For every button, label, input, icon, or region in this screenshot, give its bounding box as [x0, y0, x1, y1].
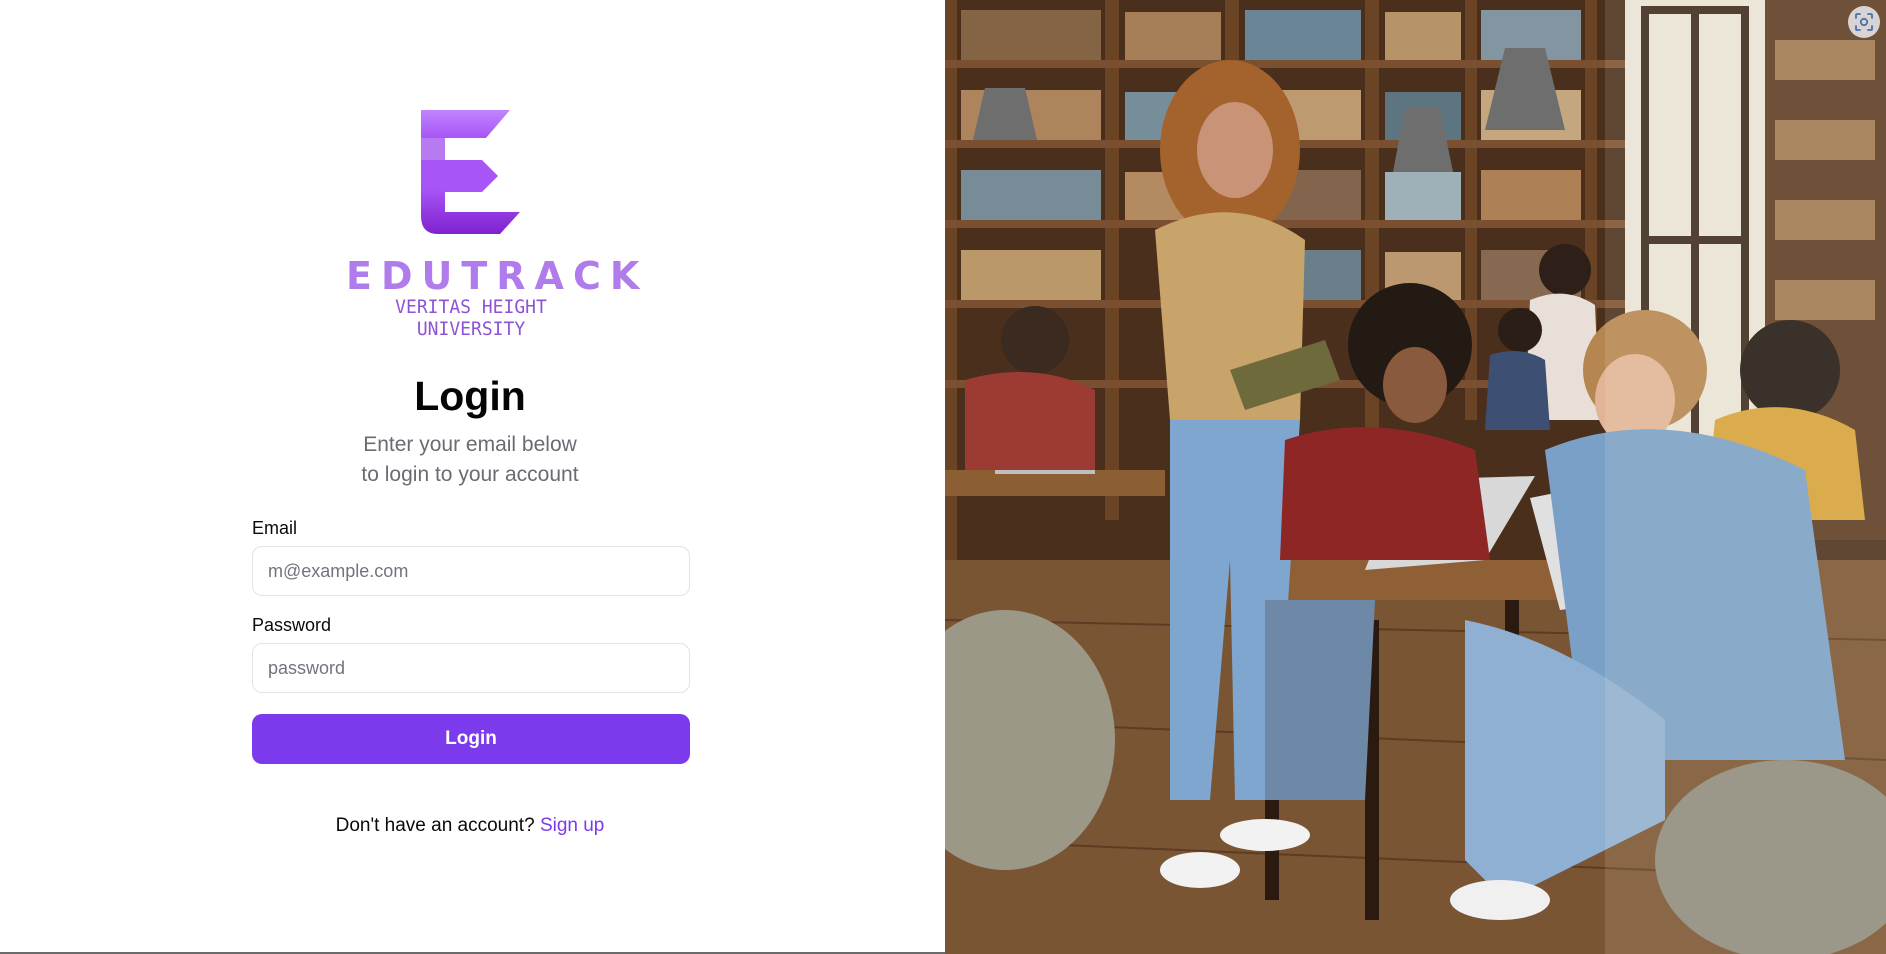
page-subtitle: Enter your email below to login to your …: [0, 430, 940, 490]
brand-subtitle: VERITAS HEIGHT UNIVERSITY: [395, 295, 547, 341]
edutrack-logo: EDUTRACK VERITAS HEIGHT UNIVERSITY: [346, 104, 649, 340]
signup-link[interactable]: Sign up: [540, 815, 604, 836]
signup-row: Don't have an account? Sign up: [0, 815, 940, 837]
hero-image: [945, 0, 1886, 954]
login-button[interactable]: Login: [252, 714, 690, 764]
subtitle-line-2: to login to your account: [361, 463, 579, 486]
email-field[interactable]: [252, 546, 690, 596]
email-label: Email: [252, 518, 298, 538]
login-panel: EDUTRACK VERITAS HEIGHT UNIVERSITY Login…: [0, 0, 945, 954]
page-title: Login: [414, 373, 526, 419]
subtitle-line-1: Enter your email below: [363, 433, 577, 456]
password-field[interactable]: [252, 643, 690, 693]
brand-name: EDUTRACK: [346, 254, 649, 298]
visual-search-button[interactable]: [1848, 6, 1880, 38]
logo-e-mark: [421, 110, 520, 234]
signup-prompt: Don't have an account?: [335, 815, 535, 836]
scan-icon: [1855, 13, 1873, 31]
library-illustration: [945, 0, 1886, 954]
password-label: Password: [252, 615, 332, 635]
